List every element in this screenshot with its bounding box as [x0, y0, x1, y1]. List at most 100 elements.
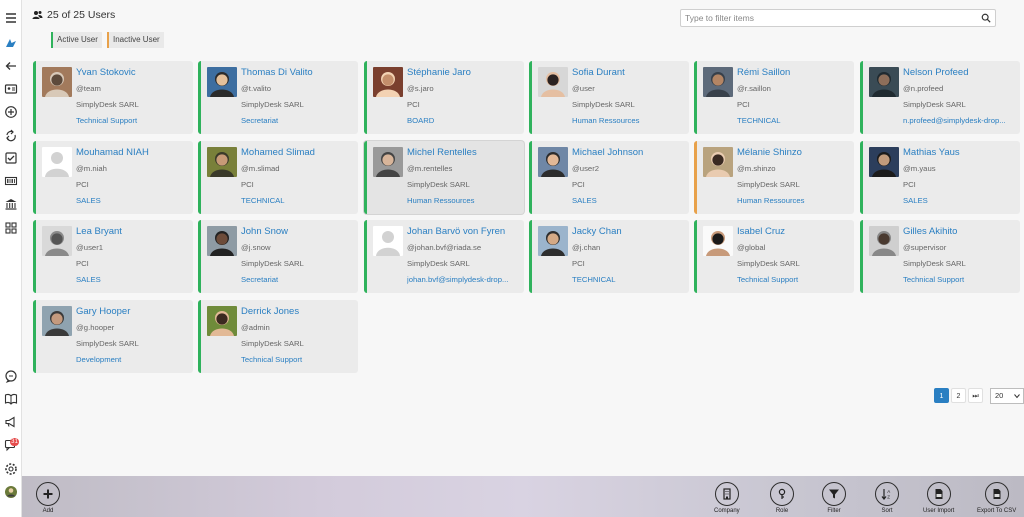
user-login: @user: [572, 84, 595, 93]
user-role[interactable]: Development: [76, 355, 194, 364]
user-card[interactable]: Mouhamad NIAH @m.niah PCI SALES: [33, 141, 193, 214]
company-button[interactable]: Company: [714, 482, 740, 514]
export-csv-button[interactable]: Export To CSV: [977, 482, 1016, 514]
page-button-2[interactable]: 2: [951, 388, 966, 403]
user-card[interactable]: Michael Johnson @user2 PCI SALES: [529, 141, 689, 214]
role-button[interactable]: Role: [770, 482, 794, 514]
user-card[interactable]: Johan Barvö von Fyren @johan.bvf@riada.se…: [364, 220, 524, 293]
user-name[interactable]: Michel Rentelles: [407, 147, 523, 158]
user-card[interactable]: Mohamed Slimad @m.slimad PCI TECHNICAL: [198, 141, 358, 214]
user-name[interactable]: Stéphanie Jaro: [407, 67, 523, 78]
grid-icon[interactable]: [3, 220, 19, 236]
user-company: SimplyDesk SARL: [572, 100, 635, 109]
user-card[interactable]: Mélanie Shinzo @m.shinzo SimplyDesk SARL Hu…: [694, 141, 854, 214]
user-role[interactable]: Human Ressources: [407, 196, 525, 205]
user-role[interactable]: TECHNICAL: [572, 275, 690, 284]
user-card[interactable]: Jacky Chan @j.chan PCI TECHNICAL: [529, 220, 689, 293]
user-role[interactable]: Secretariat: [241, 116, 359, 125]
user-role[interactable]: BOARD: [407, 116, 525, 125]
user-role[interactable]: TECHNICAL: [737, 116, 855, 125]
page-size-select[interactable]: 20: [990, 388, 1024, 404]
logo-icon[interactable]: [3, 35, 19, 51]
user-name[interactable]: Isabel Cruz: [737, 226, 853, 237]
user-card[interactable]: Stéphanie Jaro @s.jaro PCI BOARD: [364, 61, 524, 134]
user-name[interactable]: John Snow: [241, 226, 357, 237]
sync-icon[interactable]: [3, 127, 19, 143]
user-name[interactable]: Yvan Stokovic: [76, 67, 192, 78]
bank-icon[interactable]: [3, 196, 19, 212]
user-name[interactable]: Mohamed Slimad: [241, 147, 357, 158]
user-import-button[interactable]: User Import: [923, 482, 954, 514]
user-name[interactable]: Mouhamad NIAH: [76, 147, 192, 158]
user-role[interactable]: SALES: [76, 275, 194, 284]
filter-button[interactable]: Filter: [822, 482, 846, 514]
add-icon: [36, 482, 60, 506]
user-role[interactable]: Technical Support: [241, 355, 359, 364]
search-icon[interactable]: [981, 13, 991, 23]
user-card[interactable]: Gilles Akihito @supervisor SimplyDesk SARL…: [860, 220, 1020, 293]
user-name[interactable]: Mathias Yaus: [903, 147, 1019, 158]
user-name[interactable]: Mélanie Shinzo: [737, 147, 853, 158]
user-card[interactable]: Derrick Jones @admin SimplyDesk SARL Techni…: [198, 300, 358, 373]
sort-button[interactable]: AZ Sort: [875, 482, 899, 514]
user-card[interactable]: Rémi Saillon @r.saillon PCI TECHNICAL: [694, 61, 854, 134]
user-login: @s.jaro: [407, 84, 434, 93]
barcode-icon[interactable]: [3, 173, 19, 189]
csv-file-icon: [984, 482, 1009, 506]
page-button-1[interactable]: 1: [934, 388, 949, 403]
user-name[interactable]: Johan Barvö von Fyren: [407, 226, 523, 237]
last-page-icon[interactable]: ⏭: [968, 388, 983, 403]
user-name[interactable]: Derrick Jones: [241, 306, 357, 317]
user-name[interactable]: Nelson Profeed: [903, 67, 1019, 78]
user-role[interactable]: Technical Support: [76, 116, 194, 125]
user-role[interactable]: SALES: [903, 196, 1021, 205]
user-card[interactable]: Nelson Profeed @n.profeed SimplyDesk SARL n…: [860, 61, 1020, 134]
user-role[interactable]: Technical Support: [903, 275, 1021, 284]
user-card[interactable]: Lea Bryant @user1 PCI SALES: [33, 220, 193, 293]
user-role[interactable]: SALES: [76, 196, 194, 205]
user-role[interactable]: n.profeed@simplydesk-drop...: [903, 116, 1021, 125]
user-card[interactable]: Gary Hooper @g.hooper SimplyDesk SARL Devel…: [33, 300, 193, 373]
user-login: @user2: [572, 164, 600, 173]
menu-icon[interactable]: [3, 10, 19, 26]
user-card[interactable]: John Snow @j.snow SimplyDesk SARL Secretari…: [198, 220, 358, 293]
add-circle-icon[interactable]: [3, 104, 19, 120]
user-company: SimplyDesk SARL: [903, 100, 966, 109]
user-name[interactable]: Rémi Saillon: [737, 67, 853, 78]
user-card[interactable]: Michel Rentelles @m.rentelles SimplyDesk S…: [364, 141, 524, 214]
megaphone-icon[interactable]: [3, 414, 19, 430]
user-company: SimplyDesk SARL: [76, 100, 139, 109]
add-button[interactable]: Add: [36, 482, 60, 514]
back-arrow-icon[interactable]: [3, 58, 19, 74]
user-name[interactable]: Jacky Chan: [572, 226, 688, 237]
user-role[interactable]: Secretariat: [241, 275, 359, 284]
user-role[interactable]: Human Ressources: [572, 116, 690, 125]
user-role[interactable]: TECHNICAL: [241, 196, 359, 205]
legend-active-user: Active User: [51, 32, 102, 48]
settings-icon[interactable]: [3, 461, 19, 477]
user-role[interactable]: Technical Support: [737, 275, 855, 284]
user-name[interactable]: Gary Hooper: [76, 306, 192, 317]
user-name[interactable]: Gilles Akihito: [903, 226, 1019, 237]
user-card[interactable]: Isabel Cruz @global SimplyDesk SARL Technic…: [694, 220, 854, 293]
id-card-icon[interactable]: [3, 81, 19, 97]
user-role[interactable]: Human Ressources: [737, 196, 855, 205]
user-role[interactable]: johan.bvf@simplydesk-drop...: [407, 275, 525, 284]
role-label: Role: [775, 508, 789, 514]
user-card[interactable]: Sofia Durant @user SimplyDesk SARL Human Re…: [529, 61, 689, 134]
user-name[interactable]: Sofia Durant: [572, 67, 688, 78]
building-icon: [714, 482, 739, 506]
user-name[interactable]: Lea Bryant: [76, 226, 192, 237]
user-avatar-icon[interactable]: [3, 484, 19, 500]
user-name[interactable]: Thomas Di Valito: [241, 67, 357, 78]
book-icon[interactable]: [3, 391, 19, 407]
left-nav-rail: 31: [0, 0, 22, 517]
chat-icon[interactable]: [3, 368, 19, 384]
user-card[interactable]: Yvan Stokovic @team SimplyDesk SARL Technic…: [33, 61, 193, 134]
user-role[interactable]: SALES: [572, 196, 690, 205]
user-name[interactable]: Michael Johnson: [572, 147, 688, 158]
filter-input[interactable]: [681, 13, 971, 23]
user-card[interactable]: Mathias Yaus @m.yaus PCI SALES: [860, 141, 1020, 214]
user-card[interactable]: Thomas Di Valito @t.valito SimplyDesk SARL…: [198, 61, 358, 134]
checklist-icon[interactable]: [3, 150, 19, 166]
